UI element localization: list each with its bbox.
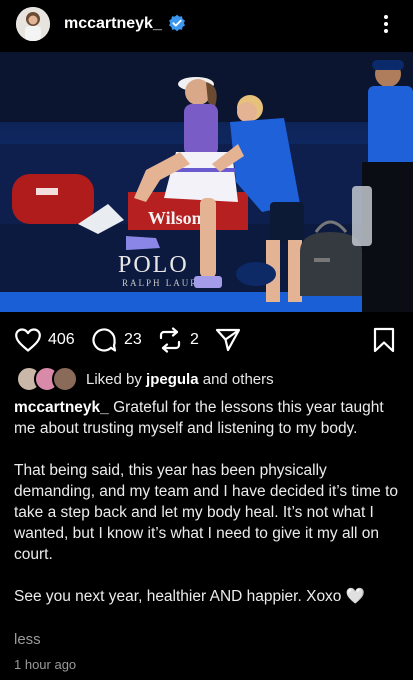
- post-timestamp: 1 hour ago: [14, 657, 77, 672]
- more-vertical-icon[interactable]: [378, 12, 394, 36]
- reposts-count: 2: [190, 331, 199, 348]
- less-button[interactable]: less: [14, 631, 41, 648]
- caption-paragraph: See you next year, healthier AND happier…: [14, 586, 404, 607]
- verified-badge-icon: [169, 14, 185, 32]
- liked-by-text: Liked by jpegula and others: [86, 371, 274, 388]
- caption-text-2: That being said, this year has been phys…: [14, 462, 398, 563]
- liked-by-user[interactable]: jpegula: [146, 371, 199, 388]
- profile-avatar[interactable]: [16, 7, 50, 41]
- comments-count: 23: [124, 331, 142, 348]
- post-caption: mccartneyk_ Grateful for the lessons thi…: [14, 397, 404, 628]
- likes-count: 406: [48, 331, 75, 348]
- post-actions: 406 23 2: [0, 320, 413, 360]
- caption-text-3: See you next year, healthier AND happier…: [14, 588, 342, 605]
- save-action[interactable]: [372, 324, 396, 356]
- comment-icon: [92, 328, 117, 352]
- liker-avatar: [52, 366, 78, 392]
- caption-username[interactable]: mccartneyk_: [14, 399, 109, 416]
- post-header: mccartneyk_: [0, 0, 413, 50]
- caption-paragraph: mccartneyk_ Grateful for the lessons thi…: [14, 397, 404, 439]
- white-heart-emoji: 🤍: [345, 588, 366, 605]
- post-username[interactable]: mccartneyk_: [64, 15, 162, 33]
- bag-brand-text: Wilson: [148, 208, 202, 228]
- repost-icon: [159, 327, 181, 353]
- liked-by-prefix: Liked by: [86, 370, 142, 388]
- liked-by-row[interactable]: Liked by jpegula and others: [16, 366, 274, 392]
- bookmark-icon: [373, 327, 395, 353]
- signage-brand-text: POLO: [118, 252, 189, 278]
- send-icon: [215, 328, 241, 352]
- repost-action[interactable]: 2: [156, 324, 199, 356]
- post-photo[interactable]: Wilson POLO RALPH LAUREN: [0, 52, 413, 312]
- like-action[interactable]: 406: [14, 324, 75, 356]
- share-action[interactable]: [214, 324, 242, 356]
- caption-paragraph: That being said, this year has been phys…: [14, 460, 404, 565]
- liked-by-suffix[interactable]: and others: [203, 371, 274, 388]
- heart-icon: [15, 328, 41, 352]
- comment-action[interactable]: 23: [90, 324, 142, 356]
